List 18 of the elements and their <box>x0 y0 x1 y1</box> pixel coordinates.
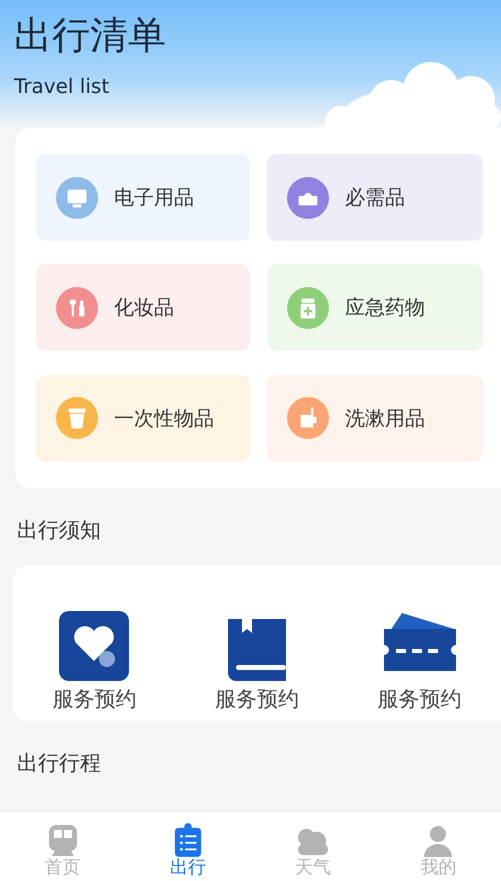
category-tile[interactable]: 电子用品 <box>36 154 250 241</box>
train-icon <box>46 825 79 857</box>
category-tile[interactable]: 必需品 <box>267 154 483 241</box>
service-item[interactable]: 服务预约 <box>13 611 176 713</box>
page-title: 出行清单 <box>14 12 167 59</box>
category-tile[interactable]: 应急药物 <box>267 264 483 352</box>
cloud-icon <box>296 827 330 857</box>
user-icon <box>422 825 454 857</box>
service-item[interactable]: 服务预约 <box>338 611 501 713</box>
service-item[interactable]: 服务预约 <box>176 611 338 713</box>
category-tile[interactable]: 化妆品 <box>36 264 250 352</box>
tab[interactable]: 出行 <box>125 812 250 881</box>
section-title: 出行须知 <box>16 517 101 544</box>
clipboard-list-icon <box>172 823 203 857</box>
category-tile[interactable]: 一次性物品 <box>36 374 250 462</box>
category-tile[interactable]: 洗漱用品 <box>267 374 483 462</box>
page-subtitle: Travel list <box>14 74 110 98</box>
section-title: 出行行程 <box>16 750 101 777</box>
